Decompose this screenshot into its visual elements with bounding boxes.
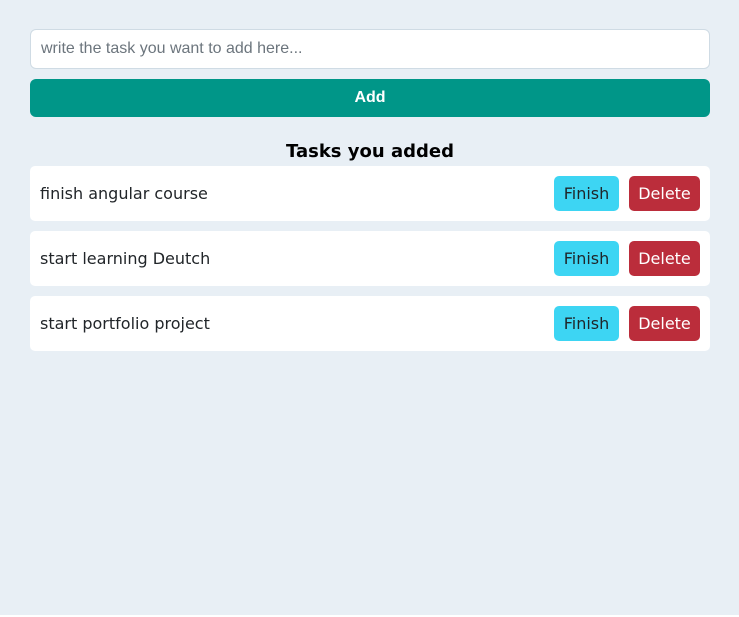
finish-button[interactable]: Finish xyxy=(554,176,619,211)
todo-app: Add Tasks you added finish angular cours… xyxy=(0,0,739,615)
task-text: start portfolio project xyxy=(40,314,210,333)
task-text: finish angular course xyxy=(40,184,208,203)
tasks-heading: Tasks you added xyxy=(286,141,454,162)
task-list: finish angular course Finish Delete star… xyxy=(30,166,710,361)
task-input[interactable] xyxy=(30,29,710,69)
task-item: start learning Deutch Finish Delete xyxy=(30,231,710,286)
task-item: start portfolio project Finish Delete xyxy=(30,296,710,351)
delete-button[interactable]: Delete xyxy=(629,241,700,276)
finish-button[interactable]: Finish xyxy=(554,241,619,276)
finish-button[interactable]: Finish xyxy=(554,306,619,341)
delete-button[interactable]: Delete xyxy=(629,306,700,341)
delete-button[interactable]: Delete xyxy=(629,176,700,211)
task-text: start learning Deutch xyxy=(40,249,211,268)
add-button[interactable]: Add xyxy=(30,79,710,117)
task-item: finish angular course Finish Delete xyxy=(30,166,710,221)
